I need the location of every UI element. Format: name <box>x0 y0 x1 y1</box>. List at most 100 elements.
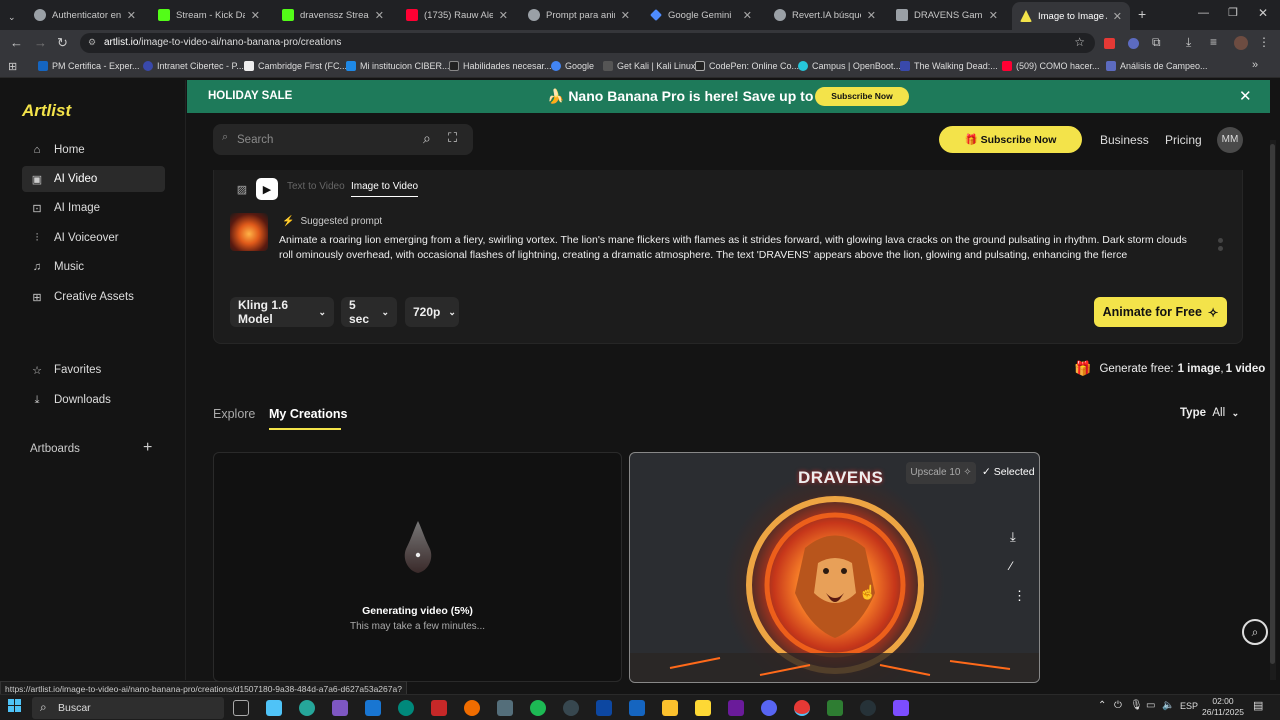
sidebar-item-creative-assets[interactable]: ⊞ Creative Assets <box>22 284 165 310</box>
copilot-icon[interactable] <box>299 700 315 716</box>
volume-icon[interactable]: 🔈 <box>1162 700 1174 711</box>
search-icon[interactable]: ⌕ <box>423 130 431 147</box>
close-window-icon[interactable]: ✕ <box>1258 6 1268 20</box>
prompt-textarea[interactable]: Animate a roaring lion emerging from a f… <box>279 233 1199 263</box>
winrar-icon[interactable] <box>431 700 447 716</box>
close-tab-icon[interactable]: ✕ <box>375 9 384 22</box>
business-link[interactable]: Business <box>1100 133 1149 147</box>
browser-tab-active[interactable]: Image to Image AI: S ✕ <box>1012 2 1130 30</box>
extensions-puzzle-icon[interactable]: ⧉ <box>1152 35 1161 50</box>
close-tab-icon[interactable]: ✕ <box>1113 10 1122 23</box>
browser-tab[interactable]: Authenticator en Kick ✕ <box>26 4 144 26</box>
file-explorer-icon[interactable] <box>695 700 711 716</box>
tab-list-button[interactable]: ⌄ <box>0 6 28 28</box>
app-icon[interactable] <box>893 700 909 716</box>
sidebar-item-ai-voiceover[interactable]: ⫶ AI Voiceover <box>22 225 165 251</box>
minimize-icon[interactable]: — <box>1198 7 1209 19</box>
browser-tab[interactable]: Prompt para animació ✕ <box>520 4 638 26</box>
tab-my-creations[interactable]: My Creations <box>269 407 348 421</box>
media-control-icon[interactable]: ≡ <box>1210 35 1217 49</box>
forward-icon[interactable]: → <box>34 35 47 50</box>
app-icon[interactable] <box>629 700 645 716</box>
reload-icon[interactable]: ↻ <box>57 35 68 51</box>
resolution-select[interactable]: 720p ⌄ <box>405 297 459 327</box>
downloads-icon[interactable]: ⤓ <box>1186 35 1191 50</box>
extension-icon[interactable] <box>1104 38 1115 49</box>
generating-card[interactable]: Generating video (5%) This may take a fe… <box>213 452 622 682</box>
tab-explore[interactable]: Explore <box>213 407 255 421</box>
sidebar-item-downloads[interactable]: ⤓ Downloads <box>22 387 165 413</box>
windows-start-icon[interactable] <box>8 699 22 713</box>
close-tab-icon[interactable]: ✕ <box>621 9 630 22</box>
back-icon[interactable]: ← <box>10 35 23 50</box>
more-bookmarks-icon[interactable]: » <box>1252 59 1258 71</box>
upscale-button[interactable]: Upscale 10 ✧ <box>906 462 976 484</box>
chrome-icon[interactable] <box>794 700 810 716</box>
mail-icon[interactable] <box>365 700 381 716</box>
zoom-inspect-icon[interactable]: ⌕ <box>1242 619 1268 645</box>
pricing-link[interactable]: Pricing <box>1165 133 1202 147</box>
close-tab-icon[interactable]: ✕ <box>127 9 136 22</box>
app-icon[interactable] <box>332 700 348 716</box>
keyboard-language[interactable]: ESP <box>1180 701 1198 711</box>
bookmark-item[interactable]: CodePen: Online Co... <box>695 61 799 71</box>
profile-avatar-icon[interactable] <box>1234 36 1248 50</box>
bookmark-item[interactable]: (509) COMO hacer... <box>1002 61 1100 71</box>
tab-image-to-video[interactable]: Image to Video <box>351 181 419 197</box>
add-artboard-icon[interactable]: + <box>143 439 152 457</box>
bookmark-item[interactable]: The Walking Dead:... <box>900 61 998 71</box>
sidebar-item-favorites[interactable]: ☆ Favorites <box>22 357 165 383</box>
microphone-icon[interactable]: 🎙 <box>1130 700 1143 711</box>
restore-icon[interactable]: ❐ <box>1228 6 1238 19</box>
task-view-icon[interactable] <box>233 700 249 716</box>
tray-chevron-icon[interactable]: ⌃ <box>1098 700 1106 711</box>
apps-grid-icon[interactable]: ⊞ <box>8 60 17 73</box>
bookmark-item[interactable]: Get Kali | Kali Linux <box>603 61 695 71</box>
image-mode-icon[interactable]: ▨ <box>231 178 253 200</box>
app-icon[interactable] <box>563 700 579 716</box>
browser-tab[interactable]: Stream - Kick Dashbo ✕ <box>150 4 268 26</box>
app-icon[interactable] <box>860 700 876 716</box>
bookmark-item[interactable]: Intranet Cibertec - P... <box>143 61 244 71</box>
notifications-icon[interactable]: ▤ <box>1253 699 1263 712</box>
close-tab-icon[interactable]: ✕ <box>743 9 752 22</box>
edge-icon[interactable] <box>398 700 414 716</box>
browser-tab[interactable]: Revert.IA búsqueda in ✕ <box>766 4 884 26</box>
more-options-icon[interactable]: ⋮ <box>1013 588 1026 604</box>
taskbar-search[interactable]: ⌕ Buscar <box>32 697 224 719</box>
download-icon[interactable]: ⤓ <box>1010 529 1016 545</box>
extension-icon[interactable] <box>1128 38 1139 49</box>
selected-indicator[interactable]: ✓ Selected <box>982 466 1035 478</box>
banner-subscribe-button[interactable]: Subscribe Now <box>815 87 909 106</box>
tray-app-icon[interactable]: ⏻ <box>1114 700 1122 711</box>
duration-select[interactable]: 5 sec ⌄ <box>341 297 397 327</box>
sidebar-item-home[interactable]: ⌂ Home <box>22 137 165 163</box>
close-tab-icon[interactable]: ✕ <box>251 9 260 22</box>
user-avatar[interactable]: MM <box>1217 127 1243 153</box>
bookmark-item[interactable]: Cambridge First (FC... <box>244 61 347 71</box>
browser-tab[interactable]: DRAVENS Gaming Lo ✕ <box>888 4 1006 26</box>
new-tab-icon[interactable]: + <box>1138 6 1146 22</box>
site-info-icon[interactable]: ⚙ <box>88 37 96 48</box>
sidebar-item-ai-video[interactable]: ▣ AI Video <box>22 166 165 192</box>
close-banner-icon[interactable]: ✕ <box>1239 87 1252 105</box>
bookmark-item[interactable]: Análisis de Campeo... <box>1106 61 1208 71</box>
magic-wand-icon[interactable]: ⁄ <box>1010 559 1012 573</box>
app-icon[interactable] <box>827 700 843 716</box>
browser-tab[interactable]: (1735) Rauw Alejan ✕ <box>398 4 516 26</box>
model-select[interactable]: Kling 1.6 Model ⌄ <box>230 297 334 327</box>
search-input[interactable] <box>237 132 417 148</box>
clock[interactable]: 02:00 26/11/2025 <box>1200 696 1246 718</box>
spotify-icon[interactable] <box>530 700 546 716</box>
bookmark-item[interactable]: Google <box>551 61 594 71</box>
discord-icon[interactable] <box>761 700 777 716</box>
camera-icon[interactable] <box>497 700 513 716</box>
firefox-icon[interactable] <box>464 700 480 716</box>
bookmark-item[interactable]: Campus | OpenBoot... <box>798 61 901 71</box>
network-icon[interactable]: ▭ <box>1146 700 1155 711</box>
type-filter[interactable]: Type All ⌄ <box>1180 407 1239 419</box>
subscribe-button[interactable]: 🎁 Subscribe Now <box>939 126 1082 153</box>
visual-search-icon[interactable]: ⛶ <box>448 130 457 146</box>
bookmark-item[interactable]: PM Certifica - Exper... <box>38 61 140 71</box>
close-tab-icon[interactable]: ✕ <box>989 9 998 22</box>
